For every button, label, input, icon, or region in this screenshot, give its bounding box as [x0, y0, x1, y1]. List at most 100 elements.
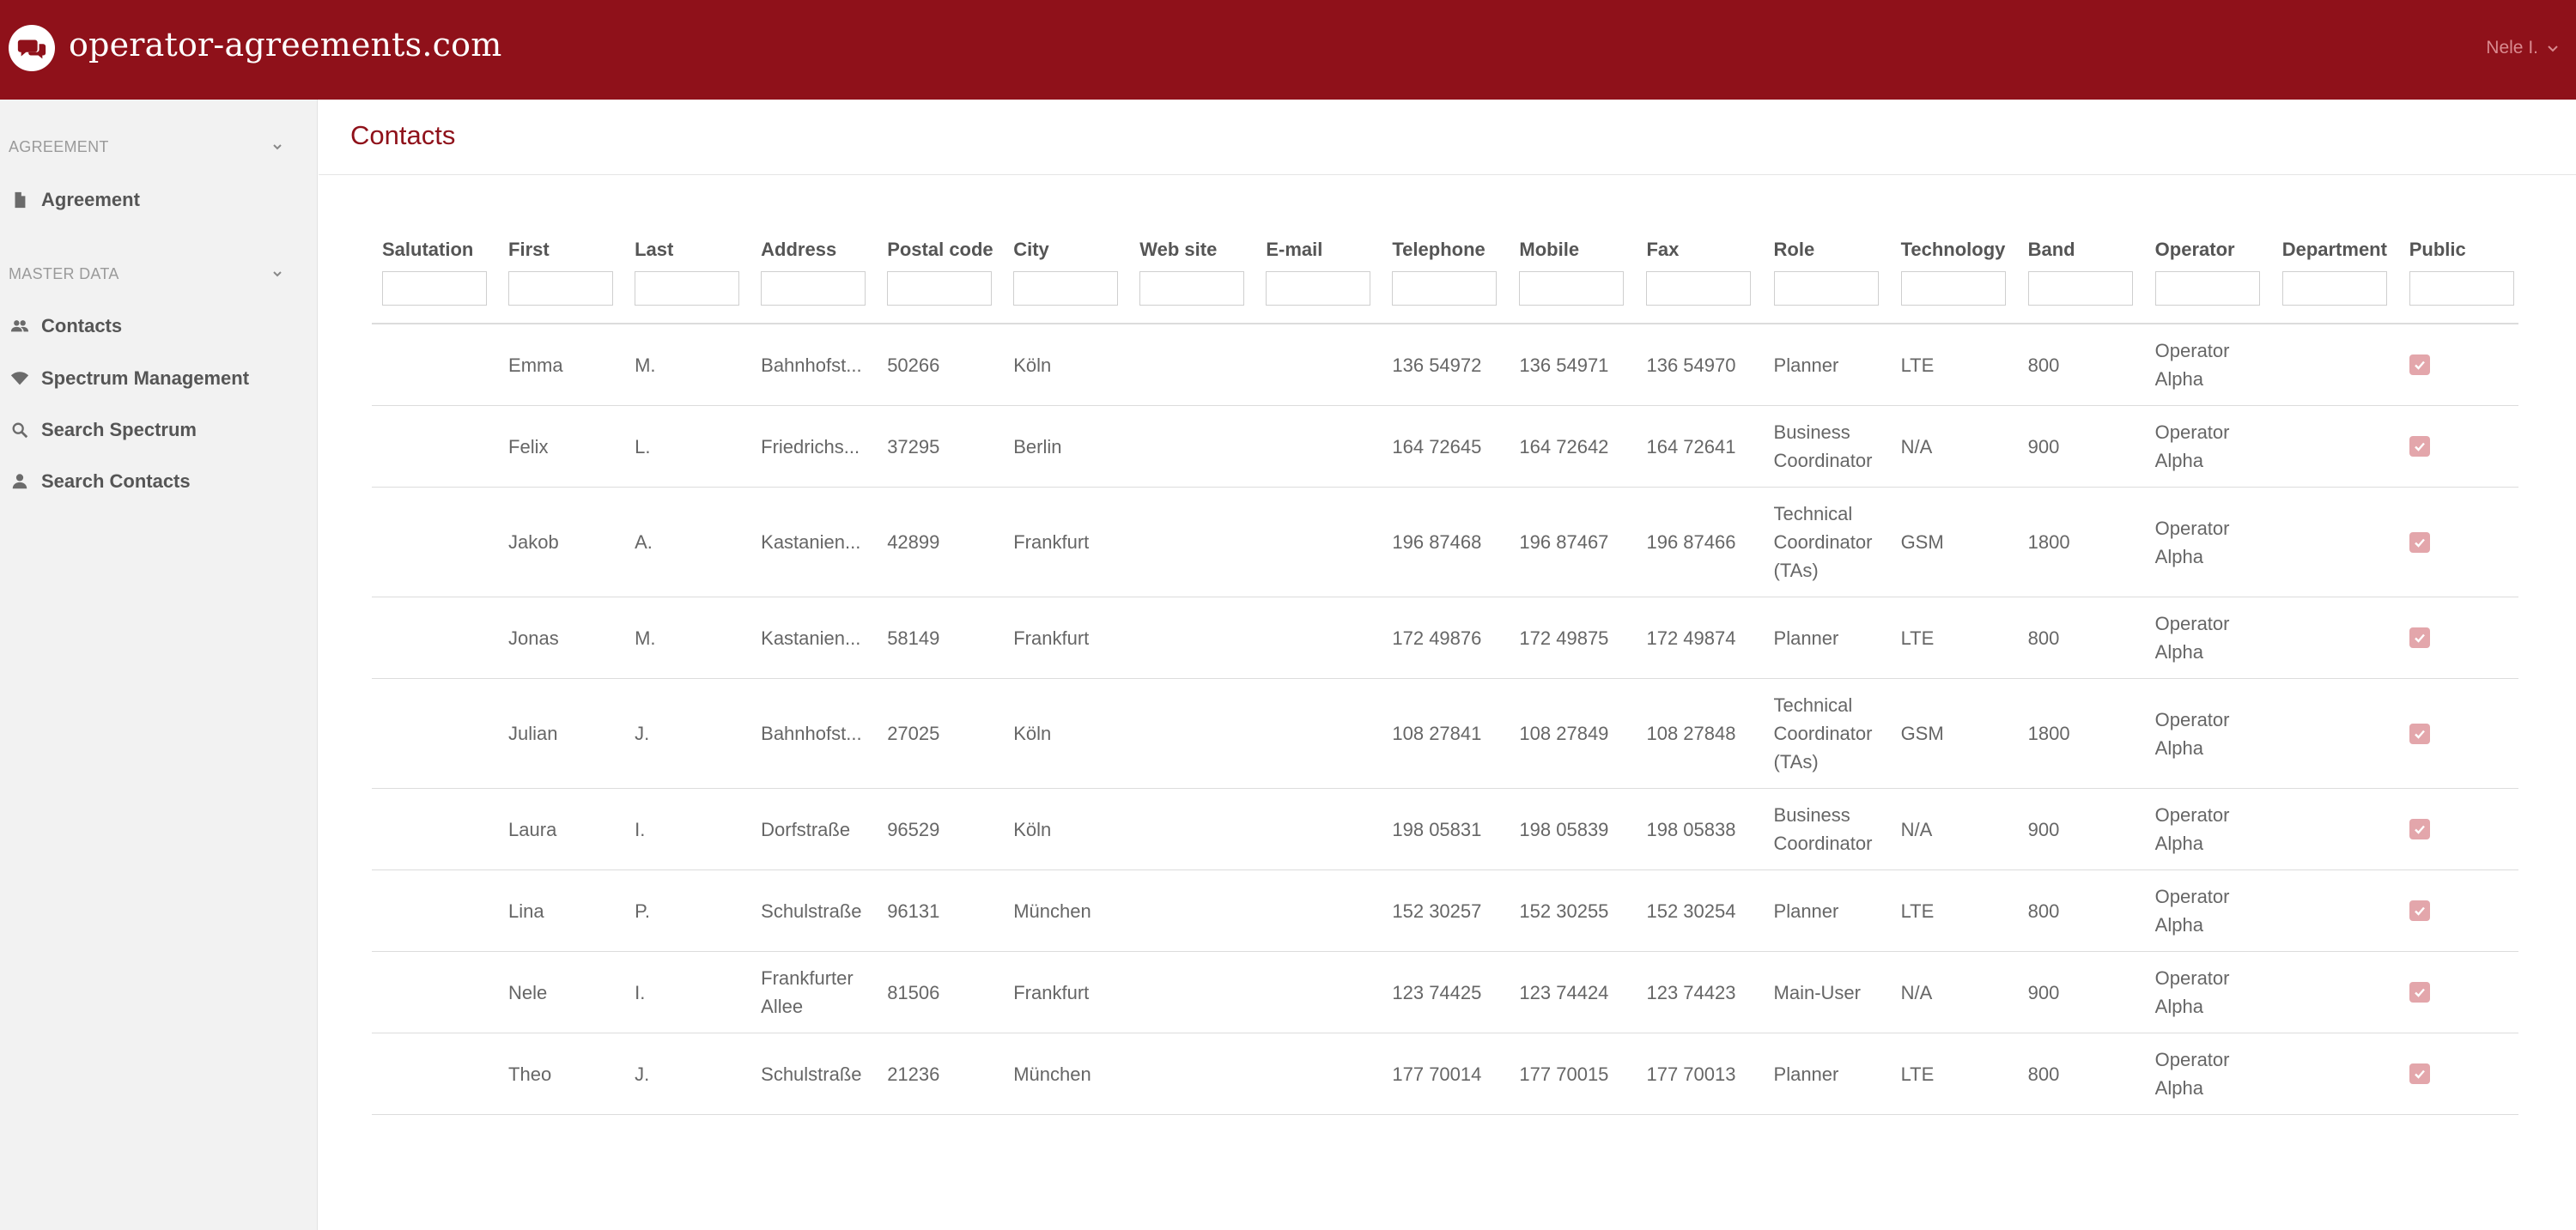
cell-department [2272, 870, 2399, 952]
public-checkbox[interactable] [2409, 436, 2430, 457]
cell-telephone: 108 27841 [1392, 723, 1482, 744]
filter-fax-input[interactable] [1646, 271, 1752, 306]
cell-city: München [1013, 1063, 1091, 1085]
filter-telephone-input[interactable] [1392, 271, 1498, 306]
cell-email [1255, 406, 1382, 488]
filter-address-input[interactable] [761, 271, 866, 306]
filter-band-input[interactable] [2027, 271, 2133, 306]
sidebar-item-spectrum-management[interactable]: Spectrum Management [10, 364, 249, 393]
filter-operator-input[interactable] [2154, 271, 2260, 306]
cell-first: Jakob [508, 531, 559, 553]
cell-department [2272, 679, 2399, 789]
cell-telephone: 196 87468 [1392, 531, 1482, 553]
column-header[interactable]: Fax [1636, 232, 1763, 266]
column-header[interactable]: Last [624, 232, 750, 266]
cell-department [2272, 324, 2399, 406]
public-checkbox[interactable] [2409, 627, 2430, 648]
cell-band: 800 [2027, 900, 2060, 922]
column-header[interactable]: Operator [2145, 232, 2272, 266]
filter-last-input[interactable] [635, 271, 740, 306]
table-row[interactable]: Theo J. Schulstraße 21236 München 177 70014 17… [372, 1033, 2518, 1115]
column-header[interactable]: Postal code [877, 232, 1003, 266]
public-checkbox[interactable] [2409, 1063, 2430, 1084]
filter-public-input[interactable] [2409, 271, 2514, 306]
section-master-data[interactable]: MASTER DATA [9, 261, 283, 287]
cell-role: Planner [1773, 354, 1839, 376]
sidebar-item-search-spectrum[interactable]: Search Spectrum [10, 415, 197, 445]
public-checkbox[interactable] [2409, 819, 2430, 839]
filter-first-input[interactable] [508, 271, 614, 306]
user-menu[interactable]: Nele I. [2486, 38, 2559, 58]
cell-department [2272, 488, 2399, 597]
cell-fax: 198 05838 [1646, 818, 1736, 840]
column-header[interactable]: Band [2018, 232, 2145, 266]
filter-technology-input[interactable] [1900, 271, 2006, 306]
column-header[interactable]: Department [2272, 232, 2399, 266]
cell-first: Theo [508, 1063, 552, 1085]
public-checkbox[interactable] [2409, 354, 2430, 375]
cell-public [2399, 1033, 2518, 1115]
sidebar-item-label: Search Spectrum [41, 419, 197, 440]
person-icon [12, 474, 27, 489]
cell-role: Technical Coordinator (TAs) [1773, 503, 1873, 581]
cell-fax: 177 70013 [1646, 1063, 1736, 1085]
sidebar-item-contacts[interactable]: Contacts [10, 312, 122, 341]
table-row[interactable]: Nele I. Frankfurter Allee 81506 Frankfurt 123… [372, 952, 2518, 1033]
filter-mobile-input[interactable] [1519, 271, 1625, 306]
filter-department-input[interactable] [2281, 271, 2387, 306]
cell-department [2272, 597, 2399, 679]
column-header[interactable]: Role [1764, 232, 1891, 266]
cell-web [1129, 597, 1255, 679]
section-agreement[interactable]: AGREEMENT [9, 134, 283, 160]
public-checkbox[interactable] [2409, 723, 2430, 744]
cell-web [1129, 488, 1255, 597]
cell-postal: 50266 [887, 354, 940, 376]
cell-role: Technical Coordinator (TAs) [1773, 694, 1873, 773]
filter-role-input[interactable] [1773, 271, 1879, 306]
table-row[interactable]: Felix L. Friedrichs... 37295 Berlin 164 72645… [372, 406, 2518, 488]
cell-salutation [372, 406, 498, 488]
filter-email-input[interactable] [1266, 271, 1371, 306]
cell-band: 800 [2027, 627, 2060, 649]
table-row[interactable]: Jakob A. Kastanien... 42899 Frankfurt 196 874… [372, 488, 2518, 597]
public-checkbox[interactable] [2409, 982, 2430, 1003]
filter-salutation-input[interactable] [382, 271, 487, 306]
cell-fax: 172 49874 [1646, 627, 1736, 649]
public-checkbox[interactable] [2409, 900, 2430, 921]
column-header[interactable]: City [1003, 232, 1129, 266]
cell-salutation [372, 870, 498, 952]
check-icon [2414, 361, 2425, 370]
column-header[interactable]: First [498, 232, 624, 266]
cell-telephone: 152 30257 [1392, 900, 1482, 922]
table-row[interactable]: Laura I. Dorfstraße 96529 Köln 198 05831 198 0… [372, 789, 2518, 870]
cell-role: Business Coordinator [1773, 421, 1873, 471]
filter-web-site-input[interactable] [1139, 271, 1245, 306]
table-row[interactable]: Emma M. Bahnhofst... 50266 Köln 136 54972 136 … [372, 324, 2518, 406]
cell-address: Schulstraße [761, 900, 862, 922]
column-header[interactable]: Mobile [1509, 232, 1636, 266]
sidebar-item-agreement[interactable]: Agreement [10, 185, 140, 215]
table-row[interactable]: Jonas M. Kastanien... 58149 Frankfurt 172 498… [372, 597, 2518, 679]
chat-bubbles-icon[interactable] [9, 25, 55, 71]
column-header[interactable]: Telephone [1382, 232, 1509, 266]
filter-postal-code-input[interactable] [887, 271, 993, 306]
cell-last: J. [635, 1063, 650, 1085]
cell-band: 800 [2027, 354, 2060, 376]
cell-band: 1800 [2027, 723, 2070, 744]
cell-telephone: 177 70014 [1392, 1063, 1482, 1085]
cell-public [2399, 870, 2518, 952]
column-header[interactable]: Salutation [372, 232, 498, 266]
public-checkbox[interactable] [2409, 531, 2430, 553]
brand-name[interactable]: operator-agreements.com [69, 26, 501, 64]
cell-salutation [372, 789, 498, 870]
column-header[interactable]: E-mail [1255, 232, 1382, 266]
sidebar-item-search-contacts[interactable]: Search Contacts [10, 467, 191, 496]
column-header[interactable]: Address [750, 232, 877, 266]
table-row[interactable]: Lina P. Schulstraße 96131 München 152 30257 15… [372, 870, 2518, 952]
cell-email [1255, 789, 1382, 870]
column-header[interactable]: Public [2399, 232, 2518, 266]
table-row[interactable]: Julian J. Bahnhofst... 27025 Köln 108 27841 10… [372, 679, 2518, 789]
column-header[interactable]: Web site [1129, 232, 1255, 266]
filter-city-input[interactable] [1013, 271, 1119, 306]
column-header[interactable]: Technology [1891, 232, 2018, 266]
